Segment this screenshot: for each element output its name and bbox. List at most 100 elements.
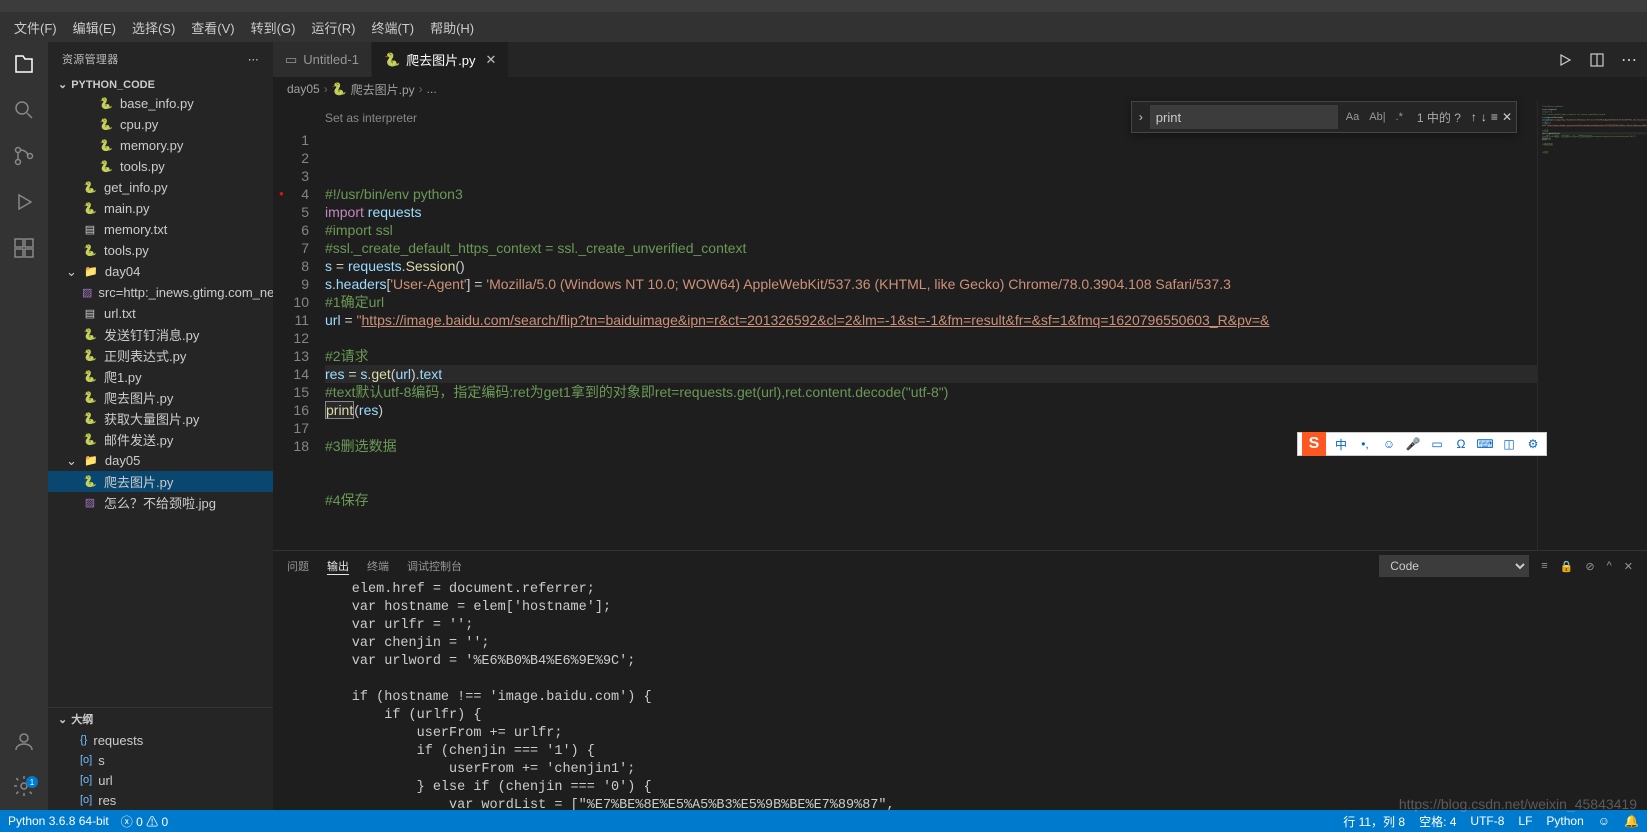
ime-settings-icon[interactable]: ⚙ — [1524, 435, 1542, 453]
folder-root[interactable]: ⌄ PYTHON_CODE — [48, 76, 273, 93]
tab-active-file[interactable]: 🐍 爬去图片.py ✕ — [372, 42, 509, 77]
tree-item-get_info.py[interactable]: 🐍get_info.py — [48, 177, 273, 198]
menu-view[interactable]: 查看(V) — [183, 14, 242, 41]
tree-item-爬去图片.py[interactable]: 🐍爬去图片.py — [48, 471, 273, 492]
find-toggle-replace-icon[interactable]: › — [1132, 110, 1150, 124]
panel-tab-problems[interactable]: 问题 — [287, 558, 309, 574]
status-problems[interactable]: ⓧ 0 ⚠ 0 — [121, 813, 168, 830]
panel-close-icon[interactable]: ✕ — [1624, 560, 1633, 573]
panel-tab-terminal[interactable]: 终端 — [367, 558, 389, 574]
tab-label: 爬去图片.py — [406, 50, 475, 69]
tree-item-url.txt[interactable]: ▤url.txt — [48, 303, 273, 324]
tree-item-src=http:_inews.gtimg.com_ne...[interactable]: ▨src=http:_inews.gtimg.com_ne... — [48, 282, 273, 303]
ime-punct-icon[interactable]: •, — [1356, 435, 1374, 453]
split-editor-icon[interactable] — [1589, 52, 1605, 68]
status-position[interactable]: 行 11，列 8 — [1343, 813, 1405, 830]
filter-icon[interactable]: ≡ — [1541, 560, 1547, 572]
tree-item-获取大量图片.py[interactable]: 🐍获取大量图片.py — [48, 408, 273, 429]
menu-run[interactable]: 运行(R) — [303, 14, 363, 41]
panel-tab-output[interactable]: 输出 — [327, 558, 349, 575]
match-word-icon[interactable]: Ab| — [1365, 109, 1389, 125]
output-channel-select[interactable]: Code — [1379, 555, 1529, 577]
breadcrumb-item[interactable]: day05 — [287, 82, 320, 96]
sidebar: 资源管理器 ⋯ ⌄ PYTHON_CODE 🐍base_info.py🐍cpu.… — [48, 42, 273, 810]
outline-item-res[interactable]: [ᴏ]res — [48, 790, 273, 810]
menu-edit[interactable]: 编辑(E) — [65, 14, 124, 41]
panel-output[interactable]: elem.href = document.referrer; var hostn… — [273, 581, 1647, 810]
tree-item-day05[interactable]: ⌄📁day05 — [48, 450, 273, 471]
code-content[interactable]: Set as interpreter #!/usr/bin/env python… — [325, 101, 1537, 550]
outline-item-s[interactable]: [ᴏ]s — [48, 750, 273, 770]
clear-output-icon[interactable]: ⊘ — [1585, 560, 1594, 573]
tree-item-base_info.py[interactable]: 🐍base_info.py — [48, 93, 273, 114]
breadcrumb[interactable]: day05 › 🐍 爬去图片.py › ... — [273, 77, 1647, 101]
source-control-icon[interactable] — [12, 144, 36, 168]
tree-item-memory.txt[interactable]: ▤memory.txt — [48, 219, 273, 240]
find-next-icon[interactable]: ↓ — [1481, 110, 1487, 124]
set-interpreter-hint[interactable]: Set as interpreter — [325, 109, 417, 127]
find-close-icon[interactable]: ✕ — [1502, 110, 1512, 124]
status-encoding[interactable]: UTF-8 — [1470, 814, 1504, 828]
settings-icon[interactable]: 1 — [12, 774, 36, 798]
python-icon: 🐍 — [332, 82, 347, 96]
ime-mic-icon[interactable]: 🎤 — [1404, 435, 1422, 453]
menu-help[interactable]: 帮助(H) — [422, 14, 482, 41]
tab-untitled[interactable]: ▭ Untitled-1 — [273, 42, 372, 77]
find-filter-icon[interactable]: ≡ — [1491, 110, 1498, 124]
outline-item-requests[interactable]: {}requests — [48, 730, 273, 750]
ime-omega-icon[interactable]: Ω — [1452, 435, 1470, 453]
status-python[interactable]: Python 3.6.8 64-bit — [8, 814, 109, 828]
status-language[interactable]: Python — [1546, 814, 1583, 828]
outline-label: requests — [93, 733, 143, 748]
outline-header[interactable]: ⌄ 大纲 — [48, 707, 273, 730]
accounts-icon[interactable] — [12, 730, 36, 754]
chevron-down-icon: ⌄ — [66, 453, 77, 469]
run-icon[interactable] — [1557, 52, 1573, 68]
tree-item-爬1.py[interactable]: 🐍爬1.py — [48, 366, 273, 387]
more-actions-icon[interactable]: ⋯ — [1621, 50, 1637, 70]
tree-item-邮件发送.py[interactable]: 🐍邮件发送.py — [48, 429, 273, 450]
status-eol[interactable]: LF — [1518, 814, 1532, 828]
lock-scroll-icon[interactable]: 🔒 — [1560, 560, 1574, 573]
ime-tool-icon[interactable]: ◫ — [1500, 435, 1518, 453]
ime-emoji-icon[interactable]: ☺ — [1380, 435, 1398, 453]
tree-item-cpu.py[interactable]: 🐍cpu.py — [48, 114, 273, 135]
tree-item-memory.py[interactable]: 🐍memory.py — [48, 135, 273, 156]
panel-maximize-icon[interactable]: ^ — [1607, 560, 1612, 572]
breadcrumb-item[interactable]: ... — [427, 82, 437, 96]
find-input[interactable] — [1150, 105, 1338, 129]
tree-item-main.py[interactable]: 🐍main.py — [48, 198, 273, 219]
regex-icon[interactable]: .* — [1392, 109, 1407, 125]
outline-item-url[interactable]: [ᴏ]url — [48, 770, 273, 790]
ime-keyboard-icon[interactable]: ⌨ — [1476, 435, 1494, 453]
extensions-icon[interactable] — [12, 236, 36, 260]
tree-item-day04[interactable]: ⌄📁day04 — [48, 261, 273, 282]
ime-lang-icon[interactable]: 中 — [1332, 435, 1350, 453]
status-bell-icon[interactable]: 🔔 — [1624, 814, 1639, 828]
menu-selection[interactable]: 选择(S) — [124, 14, 183, 41]
status-feedback-icon[interactable]: ☺ — [1598, 814, 1610, 828]
tree-item-怎么？不给颈啦.jpg[interactable]: ▨怎么？不给颈啦.jpg — [48, 492, 273, 513]
menu-file[interactable]: 文件(F) — [6, 14, 65, 41]
find-prev-icon[interactable]: ↑ — [1471, 110, 1477, 124]
ime-skin-icon[interactable]: ▭ — [1428, 435, 1446, 453]
status-spaces[interactable]: 空格: 4 — [1419, 813, 1456, 830]
tree-item-tools.py[interactable]: 🐍tools.py — [48, 240, 273, 261]
ime-toolbar[interactable]: S 中 •, ☺ 🎤 ▭ Ω ⌨ ◫ ⚙ — [1297, 432, 1547, 456]
close-icon[interactable]: ✕ — [485, 52, 496, 68]
breadcrumb-item[interactable]: 爬去图片.py — [351, 81, 415, 98]
tree-item-正则表达式.py[interactable]: 🐍正则表达式.py — [48, 345, 273, 366]
sidebar-more-icon[interactable]: ⋯ — [248, 53, 259, 66]
tree-item-爬去图片.py[interactable]: 🐍爬去图片.py — [48, 387, 273, 408]
menu-go[interactable]: 转到(G) — [243, 14, 304, 41]
panel-tab-debug[interactable]: 调试控制台 — [407, 558, 462, 574]
tree-item-tools.py[interactable]: 🐍tools.py — [48, 156, 273, 177]
tree-item-发送钉钉消息.py[interactable]: 🐍发送钉钉消息.py — [48, 324, 273, 345]
minimap[interactable]: #!/usr/bin/env python3import requests#im… — [1537, 101, 1647, 550]
menu-terminal[interactable]: 终端(T) — [363, 14, 422, 41]
search-icon[interactable] — [12, 98, 36, 122]
match-case-icon[interactable]: Aa — [1342, 109, 1363, 125]
code-editor[interactable]: 123●456789101112131415161718 Set as inte… — [273, 101, 1537, 550]
run-debug-icon[interactable] — [12, 190, 36, 214]
explorer-icon[interactable] — [12, 52, 36, 76]
